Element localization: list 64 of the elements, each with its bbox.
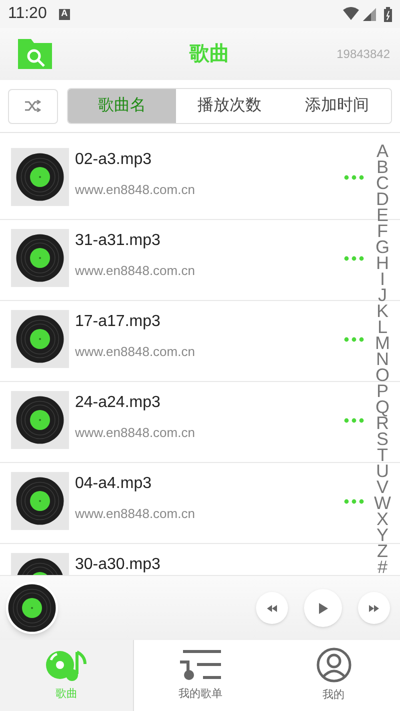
page-title: 歌曲 xyxy=(189,42,230,67)
song-subtitle: www.en8848.com.cn xyxy=(75,343,196,361)
index-letter[interactable]: X xyxy=(376,511,388,527)
more-icon[interactable] xyxy=(344,499,364,504)
index-letter[interactable]: P xyxy=(376,383,388,399)
song-title: 17-a17.mp3 xyxy=(75,312,162,332)
sort-tab[interactable]: 歌曲名 xyxy=(68,89,176,123)
song-title: 31-a31.mp3 xyxy=(75,231,162,251)
index-letter[interactable]: R xyxy=(376,415,389,431)
wifi-icon xyxy=(343,7,359,21)
status-time: 11:20 xyxy=(8,4,47,24)
playlist-icon xyxy=(178,648,222,682)
index-letter[interactable]: B xyxy=(376,159,388,175)
more-icon[interactable] xyxy=(344,175,364,180)
index-letter[interactable]: W xyxy=(374,495,391,511)
index-letter[interactable]: I xyxy=(380,271,385,287)
song-title: 24-a24.mp3 xyxy=(75,393,162,413)
index-letter[interactable]: O xyxy=(375,367,390,383)
index-letter[interactable]: N xyxy=(376,351,389,367)
index-letter[interactable]: E xyxy=(376,207,388,223)
battery-icon xyxy=(384,6,392,22)
rewind-button[interactable] xyxy=(256,592,288,624)
index-letter[interactable]: D xyxy=(376,191,389,207)
rewind-icon xyxy=(267,604,277,612)
song-title: 02-a3.mp3 xyxy=(75,150,152,170)
index-letter[interactable]: V xyxy=(376,479,388,495)
index-letter[interactable]: S xyxy=(376,431,388,447)
song-title: 30-a30.mp3 xyxy=(75,555,162,575)
index-letter[interactable]: Q xyxy=(375,399,390,415)
index-letter[interactable]: Y xyxy=(376,527,388,543)
fast-forward-button[interactable] xyxy=(358,592,390,624)
song-counter: 19843842 xyxy=(336,46,390,63)
play-icon xyxy=(318,602,328,614)
index-letter[interactable]: K xyxy=(376,303,388,319)
shuffle-button[interactable] xyxy=(8,88,58,124)
disc-icon xyxy=(7,583,57,633)
index-letter[interactable]: T xyxy=(377,447,388,463)
index-letter[interactable]: F xyxy=(377,223,388,239)
index-letter[interactable]: C xyxy=(376,175,389,191)
index-letter[interactable]: A xyxy=(376,143,388,159)
signal-icon xyxy=(363,8,376,20)
notification-badge: A xyxy=(58,8,70,20)
index-letter[interactable]: J xyxy=(378,287,387,303)
index-letter[interactable]: Z xyxy=(377,543,388,559)
index-letter[interactable]: # xyxy=(377,559,388,575)
song-subtitle: www.en8848.com.cn xyxy=(75,505,196,523)
song-subtitle: www.en8848.com.cn xyxy=(75,181,196,199)
disc-note-icon xyxy=(44,648,88,682)
index-letter[interactable]: L xyxy=(377,319,388,335)
fast-forward-icon xyxy=(369,604,379,612)
more-icon[interactable] xyxy=(344,256,364,261)
index-letter[interactable]: G xyxy=(375,239,390,255)
index-letter[interactable]: H xyxy=(376,255,389,271)
song-title: 04-a4.mp3 xyxy=(75,474,152,494)
more-icon[interactable] xyxy=(344,337,364,342)
song-subtitle: www.en8848.com.cn xyxy=(75,424,196,442)
song-subtitle: www.en8848.com.cn xyxy=(75,262,196,280)
play-button[interactable] xyxy=(304,589,342,627)
index-letter[interactable]: M xyxy=(375,335,390,351)
shuffle-icon xyxy=(25,100,41,112)
folder-search-icon[interactable] xyxy=(18,39,52,69)
user-icon xyxy=(316,647,352,684)
index-letter[interactable]: U xyxy=(376,463,389,479)
more-icon[interactable] xyxy=(344,418,364,423)
